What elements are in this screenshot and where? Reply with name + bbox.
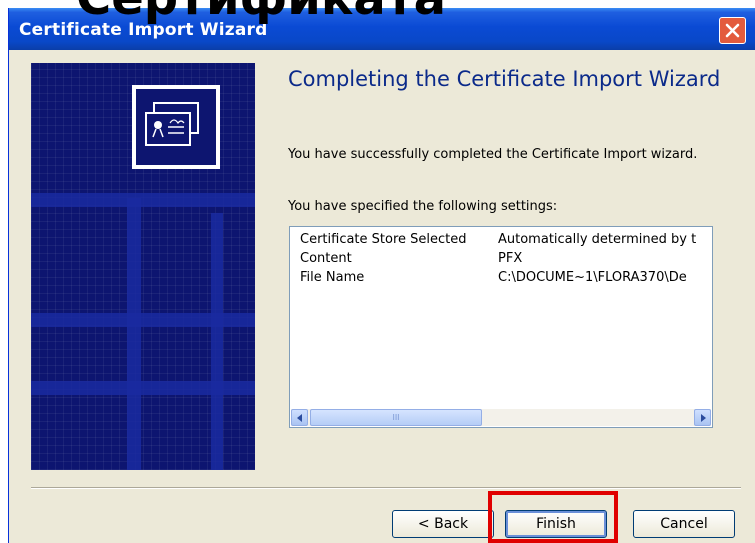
certificate-import-wizard-window: Certificate Import Wizard Completing the… [8, 8, 755, 543]
wizard-side-banner [31, 63, 255, 470]
settings-intro: You have specified the following setting… [288, 199, 558, 214]
certificate-logo [132, 85, 220, 169]
close-button[interactable] [719, 17, 746, 44]
horizontal-scrollbar[interactable]: III [291, 409, 711, 426]
scroll-left-button[interactable] [291, 409, 308, 426]
setting-name: Certificate Store Selected [300, 232, 467, 247]
finish-highlight-box [488, 491, 618, 543]
setting-value: PFX [498, 251, 523, 266]
setting-value: C:\DOCUME~1\FLORA370\De [498, 270, 687, 285]
wizard-heading: Completing the Certificate Import Wizard [288, 67, 721, 91]
success-message: You have successfully completed the Cert… [288, 147, 698, 162]
setting-name: File Name [300, 270, 365, 285]
setting-value: Automatically determined by t [498, 232, 697, 247]
banner-stripe [31, 193, 255, 207]
settings-list[interactable]: Certificate Store Selected Automatically… [289, 226, 713, 428]
certificate-icon [145, 102, 199, 146]
scroll-right-button[interactable] [694, 409, 711, 426]
cancel-button[interactable]: Cancel [633, 510, 735, 538]
arrow-left-icon [296, 413, 302, 422]
banner-stripe [211, 213, 223, 470]
setting-name: Content [300, 251, 352, 266]
close-icon [725, 23, 740, 38]
slide-heading-overlay: Сертификата [76, 0, 446, 22]
button-separator [31, 487, 741, 489]
back-button[interactable]: < Back [392, 510, 494, 538]
scroll-grip: III [392, 413, 400, 422]
banner-stripe [127, 198, 141, 470]
scroll-thumb[interactable]: III [310, 409, 482, 426]
arrow-right-icon [700, 413, 706, 422]
